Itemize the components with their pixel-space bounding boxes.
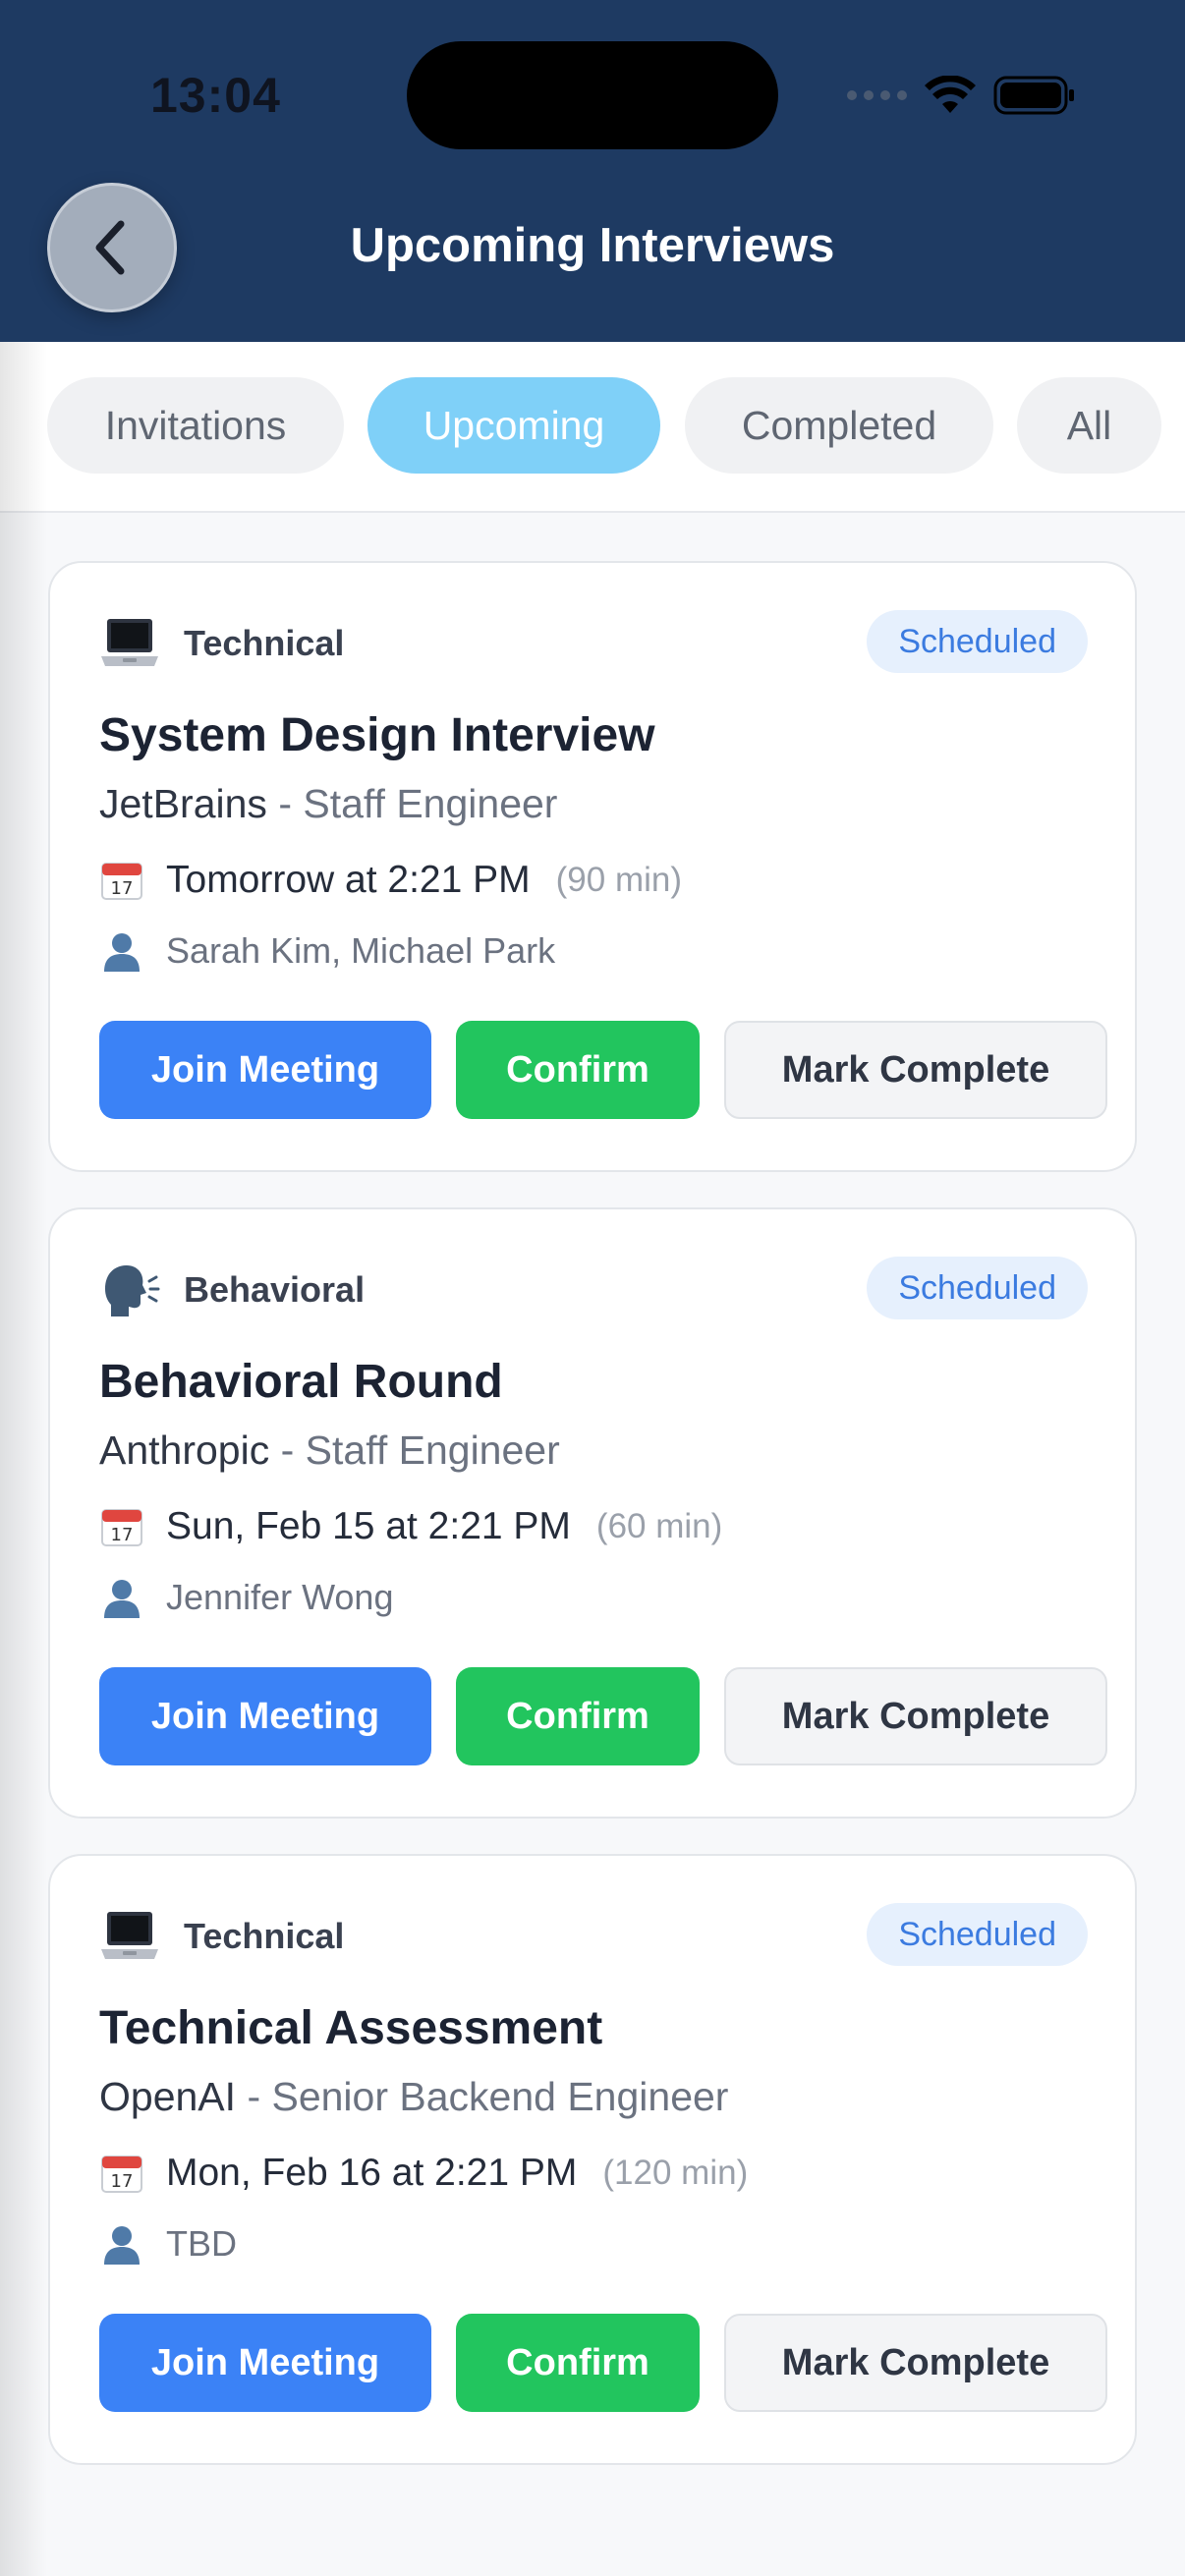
interview-date: Tomorrow at 2:21 PM [166, 859, 531, 901]
interview-date: Sun, Feb 15 at 2:21 PM [166, 1505, 571, 1547]
interview-type: Technical [99, 1905, 344, 1968]
status-time: 13:04 [150, 68, 281, 123]
interview-type-label: Behavioral [184, 1269, 366, 1310]
company-name: JetBrains [99, 781, 267, 826]
tab-all[interactable]: All [1017, 377, 1161, 474]
interview-card: Behavioral Scheduled Behavioral Round An… [48, 1207, 1137, 1819]
calendar-icon: 17 [101, 863, 142, 900]
svg-text:17: 17 [111, 878, 134, 899]
interview-datetime: 17 Sun, Feb 15 at 2:21 PM (60 min) [99, 1504, 722, 1549]
screen: 13:04 Upcoming Interviews Invitations Up… [0, 0, 1185, 2576]
interviewers: TBD [99, 2221, 237, 2267]
confirm-button[interactable]: Confirm [456, 1021, 700, 1119]
tab-invitations[interactable]: Invitations [47, 377, 344, 474]
mark-complete-button[interactable]: Mark Complete [724, 1667, 1107, 1765]
filter-tabs: Invitations Upcoming Completed All [0, 342, 1185, 513]
mark-complete-button[interactable]: Mark Complete [724, 1021, 1107, 1119]
status-badge: Scheduled [867, 1257, 1088, 1319]
svg-text:17: 17 [111, 1525, 134, 1545]
interview-date: Mon, Feb 16 at 2:21 PM [166, 2152, 578, 2194]
role-title: - Senior Backend Engineer [236, 2074, 729, 2119]
company-name: Anthropic [99, 1428, 270, 1473]
interview-duration: (90 min) [555, 861, 683, 899]
interview-card: Technical Scheduled System Design Interv… [48, 561, 1137, 1172]
interview-title: Technical Assessment [99, 2002, 603, 2054]
interview-type: Behavioral [99, 1259, 365, 1321]
interview-title: System Design Interview [99, 709, 655, 761]
tab-upcoming[interactable]: Upcoming [367, 377, 660, 474]
interview-title: Behavioral Round [99, 1356, 503, 1408]
tab-completed[interactable]: Completed [685, 377, 993, 474]
confirm-button[interactable]: Confirm [456, 2314, 700, 2412]
role-title: - Staff Engineer [269, 1428, 560, 1473]
confirm-button[interactable]: Confirm [456, 1667, 700, 1765]
page-title: Upcoming Interviews [350, 219, 835, 272]
dynamic-island [407, 41, 778, 149]
calendar-icon: 17 [101, 2156, 142, 2193]
status-icons [847, 71, 1076, 120]
mark-complete-button[interactable]: Mark Complete [724, 2314, 1107, 2412]
interviewers: Jennifer Wong [99, 1575, 393, 1620]
status-badge: Scheduled [867, 1903, 1088, 1966]
interview-type-label: Technical [184, 623, 345, 663]
calendar-icon: 17 [101, 1509, 142, 1546]
interview-type-label: Technical [184, 1916, 345, 1956]
person-icon [104, 933, 140, 972]
company-role: OpenAI - Senior Backend Engineer [99, 2074, 728, 2120]
interviewer-names: Sarah Kim, Michael Park [166, 930, 556, 971]
company-role: JetBrains - Staff Engineer [99, 781, 557, 827]
interview-datetime: 17 Tomorrow at 2:21 PM (90 min) [99, 858, 682, 903]
join-meeting-button[interactable]: Join Meeting [99, 1021, 431, 1119]
company-role: Anthropic - Staff Engineer [99, 1428, 560, 1474]
join-meeting-button[interactable]: Join Meeting [99, 1667, 431, 1765]
interview-card: Technical Scheduled Technical Assessment… [48, 1854, 1137, 2465]
cellular-signal-icon [847, 90, 907, 100]
wifi-icon [925, 76, 976, 113]
role-title: - Staff Engineer [266, 781, 558, 826]
laptop-icon [99, 613, 160, 674]
interviewer-names: Jennifer Wong [166, 1577, 394, 1617]
interview-type: Technical [99, 612, 344, 675]
app-header: 13:04 Upcoming Interviews [0, 0, 1185, 342]
svg-text:17: 17 [111, 2171, 134, 2192]
laptop-icon [99, 1906, 160, 1967]
person-icon [104, 2226, 140, 2265]
interview-duration: (120 min) [602, 2154, 749, 2192]
edge-shadow [0, 342, 47, 2576]
join-meeting-button[interactable]: Join Meeting [99, 2314, 431, 2412]
company-name: OpenAI [99, 2074, 237, 2119]
status-badge: Scheduled [867, 610, 1088, 673]
interview-duration: (60 min) [595, 1507, 723, 1545]
interviewer-names: TBD [166, 2223, 237, 2264]
interview-datetime: 17 Mon, Feb 16 at 2:21 PM (120 min) [99, 2151, 748, 2196]
battery-icon [993, 76, 1074, 115]
speaking-head-icon [99, 1260, 160, 1320]
interviewers: Sarah Kim, Michael Park [99, 928, 555, 974]
person-icon [104, 1580, 140, 1618]
